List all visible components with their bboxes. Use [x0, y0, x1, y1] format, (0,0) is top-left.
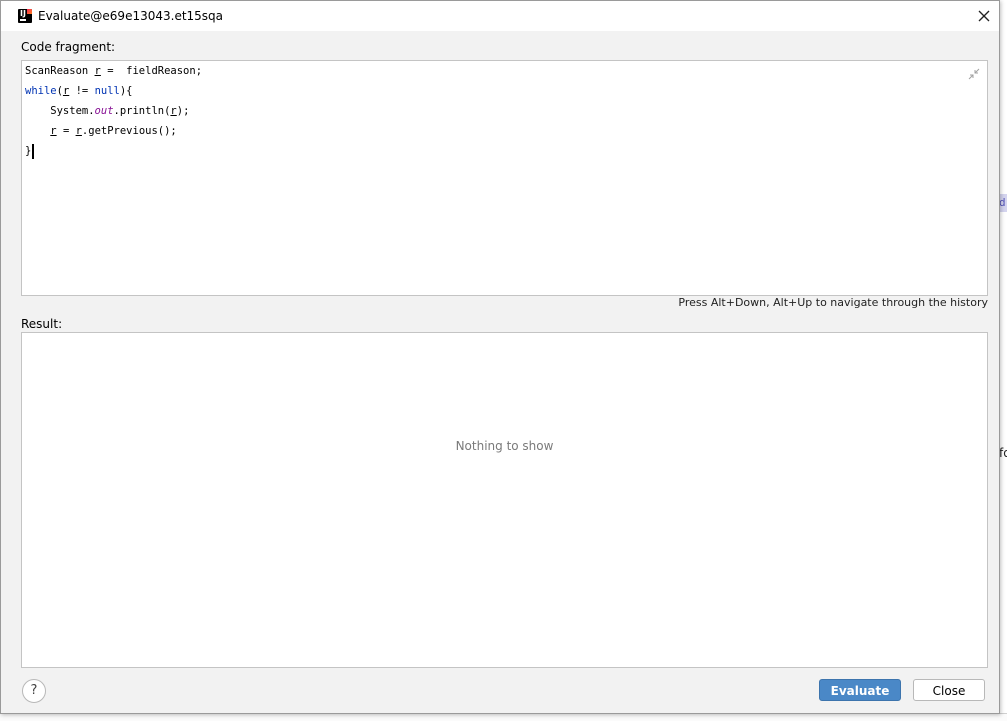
- code-token: out: [94, 105, 114, 117]
- code-token: = fieldReason;: [100, 65, 203, 77]
- code-token: }: [25, 145, 32, 157]
- code-token: !=: [69, 85, 95, 97]
- code-token: );: [176, 105, 190, 117]
- history-hint: Press Alt+Down, Alt+Up to navigate throu…: [678, 296, 988, 309]
- close-button[interactable]: Close: [913, 679, 985, 701]
- code-token: ScanReason: [25, 65, 95, 77]
- code-token: =: [56, 125, 76, 137]
- evaluate-button[interactable]: Evaluate: [819, 679, 901, 701]
- code-line: }: [25, 141, 35, 161]
- code-token: .println(: [113, 105, 171, 117]
- window-close-button[interactable]: [969, 4, 999, 28]
- dialog-titlebar[interactable]: IJ Evaluate@e69e13043.et15sqa: [1, 1, 999, 31]
- text-caret: [32, 143, 35, 159]
- evaluate-dialog: IJ Evaluate@e69e13043.et15sqa Code fragm…: [0, 0, 1000, 714]
- code-line: r = r.getPrevious();: [25, 121, 177, 141]
- help-button[interactable]: ?: [22, 679, 46, 703]
- dialog-title: Evaluate@e69e13043.et15sqa: [38, 9, 224, 23]
- result-label: Result:: [21, 317, 63, 331]
- collapse-arrows-icon: [968, 68, 980, 80]
- code-fragment-label: Code fragment:: [21, 40, 116, 54]
- close-icon: [978, 10, 990, 22]
- code-line: ScanReason r = fieldReason;: [25, 61, 202, 81]
- background-bottom-edge: [0, 713, 1007, 721]
- code-token: while: [25, 85, 57, 97]
- result-empty-text: Nothing to show: [455, 439, 554, 453]
- background-editor-right-edge: d fo: [999, 0, 1007, 721]
- code-token: System.: [25, 105, 95, 117]
- code-token: ){: [119, 85, 133, 97]
- code-token: .getPrevious();: [81, 125, 177, 137]
- code-token: null: [94, 85, 120, 97]
- code-line: while(r != null){: [25, 81, 133, 101]
- code-fragment-editor[interactable]: ScanReason r = fieldReason; while(r != nu…: [21, 60, 988, 296]
- background-text-fragment: fo: [999, 446, 1007, 460]
- collapse-editor-button[interactable]: [968, 68, 980, 80]
- result-panel[interactable]: Nothing to show: [21, 332, 988, 668]
- code-line: System.out.println(r);: [25, 101, 189, 121]
- intellij-app-icon: IJ: [18, 9, 32, 23]
